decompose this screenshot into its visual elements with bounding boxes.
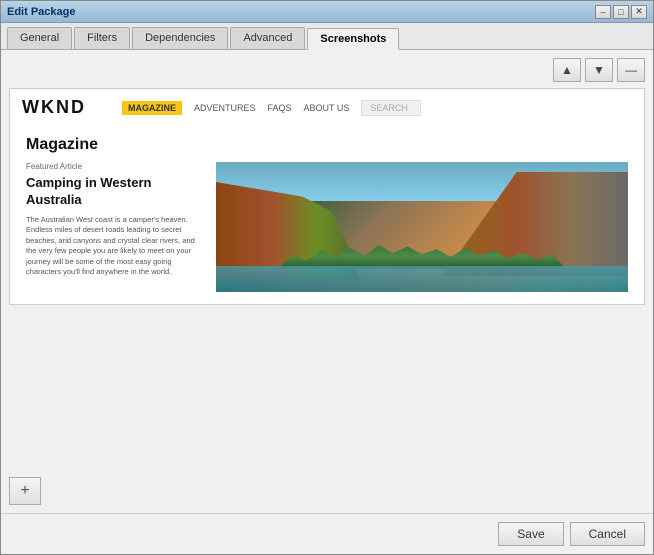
tabs-bar: General Filters Dependencies Advanced Sc… <box>1 23 653 50</box>
screenshot-controls: ▲ ▼ — <box>9 58 645 82</box>
preview-article-title: Camping in Western Australia <box>26 175 206 209</box>
preview-nav: WKND MAGAZINE ADVENTURES FAQS ABOUT US S… <box>10 89 644 126</box>
tab-advanced[interactable]: Advanced <box>230 27 305 49</box>
preview-featured-label: Featured Article <box>26 162 206 171</box>
down-icon: ▼ <box>593 63 605 77</box>
nav-link-about: ABOUT US <box>304 103 350 113</box>
tab-general[interactable]: General <box>7 27 72 49</box>
footer: Save Cancel <box>1 513 653 554</box>
up-icon: ▲ <box>561 63 573 77</box>
remove-icon: — <box>625 63 637 77</box>
preview-nav-links: MAGAZINE ADVENTURES FAQS ABOUT US SEARCH <box>122 100 421 116</box>
preview-hero-title: Magazine <box>26 136 628 154</box>
add-icon: + <box>20 482 29 500</box>
nav-search: SEARCH <box>361 100 421 116</box>
screenshots-container: ▲ ▼ — WKND MAGAZINE <box>9 58 645 505</box>
nav-link-adventures: ADVENTURES <box>194 103 256 113</box>
cancel-button[interactable]: Cancel <box>570 522 645 546</box>
save-button[interactable]: Save <box>498 522 563 546</box>
content-area: ▲ ▼ — WKND MAGAZINE <box>1 50 653 513</box>
preview-frame: WKND MAGAZINE ADVENTURES FAQS ABOUT US S… <box>10 89 644 304</box>
preview-hero: Magazine <box>10 126 644 154</box>
move-down-button[interactable]: ▼ <box>585 58 613 82</box>
screenshots-list: WKND MAGAZINE ADVENTURES FAQS ABOUT US S… <box>9 88 645 471</box>
preview-text-block: Featured Article Camping in Western Aust… <box>26 162 206 292</box>
preview-article-body: The Australian West coast is a camper's … <box>26 215 206 278</box>
title-bar: Edit Package – □ ✕ <box>1 1 653 23</box>
preview-logo: WKND <box>22 97 86 118</box>
nav-link-faqs: FAQS <box>268 103 292 113</box>
window-title: Edit Package <box>7 6 75 18</box>
remove-button[interactable]: — <box>617 58 645 82</box>
window-controls: – □ ✕ <box>595 5 647 19</box>
add-screenshot-button[interactable]: + <box>9 477 41 505</box>
water-layer <box>216 266 628 292</box>
close-button[interactable]: ✕ <box>631 5 647 19</box>
edit-package-window: Edit Package – □ ✕ General Filters Depen… <box>0 0 654 555</box>
nav-active-link: MAGAZINE <box>122 101 182 115</box>
move-up-button[interactable]: ▲ <box>553 58 581 82</box>
minimize-button[interactable]: – <box>595 5 611 19</box>
tab-filters[interactable]: Filters <box>74 27 130 49</box>
preview-content: Featured Article Camping in Western Aust… <box>10 162 644 304</box>
tab-dependencies[interactable]: Dependencies <box>132 27 228 49</box>
tab-screenshots[interactable]: Screenshots <box>307 28 399 50</box>
preview-landscape-image <box>216 162 628 292</box>
maximize-button[interactable]: □ <box>613 5 629 19</box>
screenshot-item[interactable]: WKND MAGAZINE ADVENTURES FAQS ABOUT US S… <box>9 88 645 305</box>
